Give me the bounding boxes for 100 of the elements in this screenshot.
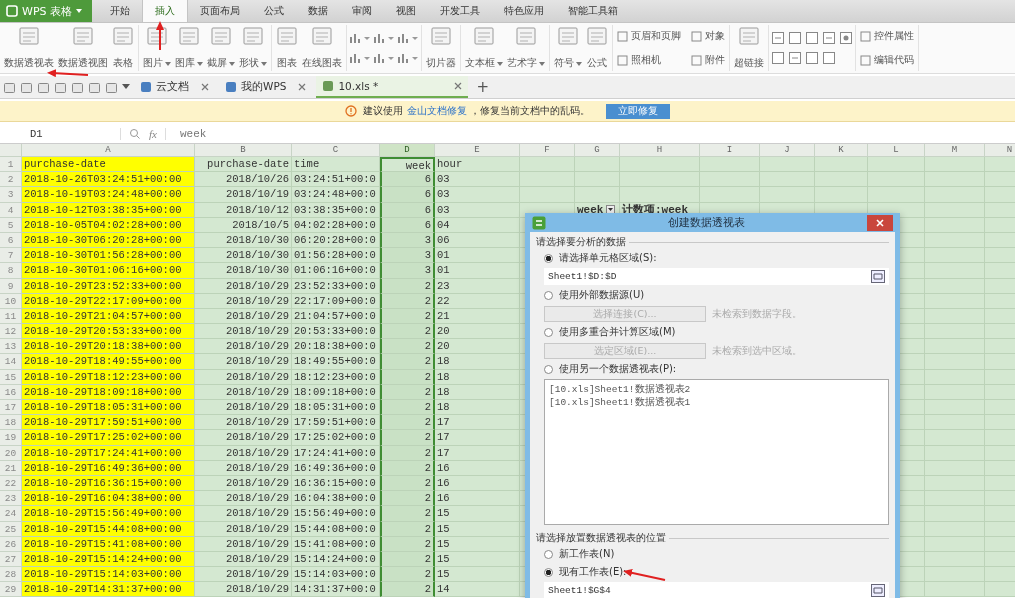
radio-button[interactable]	[544, 290, 553, 300]
ribbon-button[interactable]: 控件属性	[858, 29, 916, 43]
radio-button[interactable]	[544, 567, 553, 577]
menu-tab[interactable]: 特色应用	[492, 0, 556, 22]
ribbon-button[interactable]: 数据透视表	[2, 25, 56, 71]
pivot-list[interactable]: [10.xls]Sheet1!数据透视表2 [10.xls]Sheet1!数据透视表1	[544, 379, 889, 525]
column-header[interactable]: J	[760, 144, 815, 157]
row-header[interactable]: 28	[0, 567, 22, 583]
preview-icon[interactable]	[71, 80, 84, 94]
menu-tab[interactable]: 插入	[142, 0, 188, 22]
row-header[interactable]: 1	[0, 157, 22, 173]
row-header[interactable]: 17	[0, 400, 22, 416]
ribbon-button[interactable]: 数据透视图	[56, 25, 110, 71]
list-item[interactable]: [10.xls]Sheet1!数据透视表1	[549, 396, 884, 409]
radio-option[interactable]: 新工作表(N)	[536, 545, 889, 563]
ribbon-button[interactable]: 编辑代码	[858, 53, 916, 67]
row-header[interactable]: 19	[0, 430, 22, 446]
name-box[interactable]: D1	[0, 127, 121, 140]
document-tab[interactable]: 我的WPS	[219, 77, 313, 97]
row-header[interactable]: 12	[0, 324, 22, 340]
menu-tab[interactable]: 智能工具箱	[556, 0, 630, 22]
repair-link[interactable]: 金山文档修复	[406, 104, 467, 116]
ribbon-button[interactable]: 艺术字	[505, 25, 547, 71]
frame-control-icon[interactable]	[805, 31, 819, 45]
radio-option[interactable]: 现有工作表(E):	[536, 563, 889, 581]
row-header[interactable]: 3	[0, 187, 22, 203]
undo-icon[interactable]	[88, 80, 101, 94]
zoom-icon[interactable]	[129, 127, 141, 140]
radio-button[interactable]	[544, 253, 553, 263]
radio-button[interactable]	[544, 549, 553, 559]
menu-tab[interactable]: 审阅	[340, 0, 384, 22]
column-header[interactable]: K	[815, 144, 868, 157]
ribbon-button[interactable]: 表格	[110, 25, 136, 71]
row-header[interactable]: 24	[0, 506, 22, 522]
radio-option[interactable]: 请选择单元格区域(S):	[536, 249, 889, 267]
ribbon-button[interactable]: 图库	[173, 25, 205, 71]
radio-option[interactable]: 使用外部数据源(U)	[536, 286, 889, 304]
repair-button[interactable]: 立即修复	[605, 103, 670, 119]
column-header[interactable]: C	[292, 144, 380, 157]
row-header[interactable]: 23	[0, 491, 22, 507]
menu-tab[interactable]: 开始	[98, 0, 142, 22]
ribbon-button[interactable]: 图片	[141, 25, 173, 71]
column-header[interactable]: A	[22, 144, 195, 157]
ribbon-button[interactable]: 照相机	[615, 53, 683, 67]
folder-icon[interactable]	[3, 80, 16, 94]
list-item[interactable]: [10.xls]Sheet1!数据透视表2	[549, 383, 884, 396]
redo-icon[interactable]	[105, 80, 118, 94]
ribbon-button[interactable]: 超链接	[732, 25, 766, 71]
ribbon-button[interactable]: 符号	[552, 25, 584, 71]
print-icon[interactable]	[37, 80, 50, 94]
column-header[interactable]: E	[435, 144, 520, 157]
document-tab[interactable]: 云文档	[134, 77, 215, 97]
menu-tab[interactable]: 开发工具	[428, 0, 492, 22]
column-header[interactable]: F	[520, 144, 575, 157]
bar-chart-icon[interactable]	[349, 31, 371, 45]
app-menu-button[interactable]: WPS 表格	[0, 0, 92, 22]
column-header[interactable]: H	[620, 144, 700, 157]
column-header[interactable]: N	[985, 144, 1015, 157]
range-picker-icon[interactable]	[871, 584, 885, 597]
ribbon-button[interactable]: 文本框	[463, 25, 505, 71]
row-header[interactable]: 7	[0, 248, 22, 264]
column-header[interactable]: L	[868, 144, 925, 157]
ribbon-button[interactable]: 在线图表	[300, 25, 344, 71]
checkbox-control-icon[interactable]	[788, 31, 802, 45]
radio-option[interactable]: 使用多重合并计算区域(M)	[536, 323, 889, 341]
row-header[interactable]: 18	[0, 415, 22, 431]
ribbon-button[interactable]: 图表	[274, 25, 300, 71]
column-header[interactable]: G	[575, 144, 620, 157]
ribbon-button[interactable]: 页眉和页脚	[615, 29, 683, 43]
ribbon-button[interactable]: 截屏	[205, 25, 237, 71]
document-tab[interactable]: 10.xls *	[316, 76, 469, 98]
ribbon-button[interactable]: 切片器	[424, 25, 458, 71]
column-header[interactable]: D	[380, 144, 435, 157]
menu-tab[interactable]: 页面布局	[188, 0, 252, 22]
ribbon-button[interactable]: 附件	[689, 53, 727, 67]
ribbon-button[interactable]: 对象	[689, 29, 727, 43]
row-header[interactable]: 14	[0, 354, 22, 370]
close-button[interactable]	[867, 214, 893, 231]
save-icon[interactable]	[20, 80, 33, 94]
menu-tab[interactable]: 数据	[296, 0, 340, 22]
row-header[interactable]: 29	[0, 582, 22, 598]
row-header[interactable]: 8	[0, 263, 22, 279]
row-header[interactable]: 13	[0, 339, 22, 355]
function-label[interactable]: fx	[149, 127, 157, 140]
radio-button[interactable]	[544, 327, 553, 337]
range-field[interactable]: Sheet1!$G$4	[544, 582, 889, 598]
range-field[interactable]: Sheet1!$D:$D	[544, 268, 889, 285]
caret-icon[interactable]	[122, 84, 130, 90]
row-header[interactable]: 2	[0, 172, 22, 188]
menu-tab[interactable]: 视图	[384, 0, 428, 22]
ribbon-button[interactable]: 公式	[584, 25, 610, 71]
printer-icon[interactable]	[54, 80, 67, 94]
range-picker-icon[interactable]	[871, 270, 885, 283]
ribbon-button[interactable]: 形状	[237, 25, 269, 71]
radio-button[interactable]	[544, 364, 553, 374]
formula-field[interactable]: week	[164, 127, 1015, 140]
menu-tab[interactable]: 公式	[252, 0, 296, 22]
radio-control-icon[interactable]	[839, 31, 853, 45]
column-header[interactable]: I	[700, 144, 760, 157]
column-header[interactable]: B	[195, 144, 292, 157]
